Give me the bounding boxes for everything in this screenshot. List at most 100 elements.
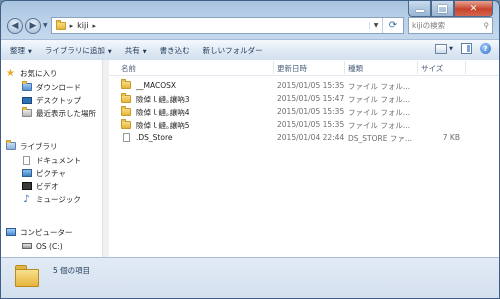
file-modified: 2015/01/05 15:35 <box>277 107 345 116</box>
column-divider[interactable] <box>465 61 466 74</box>
nav-item-label: ドキュメント <box>36 155 81 165</box>
share-label: 共有 <box>124 45 140 55</box>
address-row: ◀ ▶ ▼ ▸ kiji ▸ ▼ ⟳ kijiの検索 ⚲ <box>7 15 493 36</box>
file-row[interactable]: __MACOSX 2015/01/05 15:35 ファイル フォル... <box>109 79 499 92</box>
nav-libraries-label: ライブラリ <box>20 141 58 151</box>
file-modified: 2015/01/05 15:35 <box>277 81 345 90</box>
folder-icon <box>15 265 39 287</box>
file-type: ファイル フォル... <box>348 95 411 104</box>
file-size: 7 KB <box>442 133 460 142</box>
help-icon[interactable]: ? <box>480 43 491 54</box>
nav-computer-label: コンピューター <box>20 227 73 237</box>
search-placeholder: kijiの検索 <box>412 21 446 30</box>
preview-pane-icon[interactable] <box>461 43 472 54</box>
chevron-down-icon: ▼ <box>107 48 112 55</box>
nav-item-label: ダウンロード <box>36 82 81 92</box>
new-folder-button[interactable]: 新しいフォルダー <box>203 45 263 56</box>
file-modified: 2015/01/04 22:44 <box>277 133 345 142</box>
nav-item-label: OS (C:) <box>36 241 63 251</box>
maximize-icon <box>438 4 447 13</box>
nav-item-os-drive[interactable]: OS (C:) <box>21 240 63 252</box>
breadcrumb-item[interactable]: kiji <box>77 21 88 30</box>
chevron-down-icon: ▼ <box>28 48 32 55</box>
file-type: ファイル フォル... <box>348 121 411 130</box>
file-name-cell: 險倬ｌ縺｡讓吶3 <box>121 93 190 105</box>
search-icon: ⚲ <box>483 21 490 30</box>
change-view-icon[interactable] <box>435 43 448 54</box>
explorer-window: ✕ ◀ ▶ ▼ ▸ kiji ▸ ▼ ⟳ kijiの検索 ⚲ 整理 ▼ ライブラリ… <box>0 0 500 299</box>
refresh-icon[interactable]: ⟳ <box>382 18 403 33</box>
nav-item-label: ミュージック <box>36 194 81 204</box>
nav-favorites-label: お気に入り <box>20 68 58 78</box>
view-controls: ▼ ? <box>435 43 491 54</box>
nav-libraries[interactable]: ライブラリ <box>5 140 58 152</box>
recent-pages-dropdown[interactable]: ▼ <box>43 22 48 29</box>
address-bar[interactable]: ▸ kiji ▸ ▼ ⟳ <box>50 17 404 34</box>
search-input[interactable]: kijiの検索 ⚲ <box>408 17 493 34</box>
nav-item-label: ピクチャ <box>36 168 66 178</box>
column-divider[interactable] <box>273 61 274 74</box>
column-header-type[interactable]: 種類 <box>348 63 363 74</box>
nav-item-label: 最近表示した場所 <box>36 108 96 118</box>
breadcrumb-separator-icon[interactable]: ▸ <box>70 22 74 30</box>
forward-button[interactable]: ▶ <box>25 17 41 34</box>
arrow-left-icon: ◀ <box>11 20 19 31</box>
address-dropdown-icon[interactable]: ▼ <box>369 22 382 29</box>
navigation-pane: ★ お気に入り ダウンロード デスクトップ 最近表示した場所 ライブラリ ドキュ… <box>1 60 103 260</box>
desktop-icon <box>21 95 32 105</box>
breadcrumb-separator-icon[interactable]: ▸ <box>92 22 96 30</box>
file-row[interactable]: 險倬ｌ縺｡讓吶3 2015/01/05 15:47 ファイル フォル... <box>109 93 499 105</box>
file-type: ファイル フォル... <box>348 108 411 117</box>
file-row[interactable]: 險倬ｌ縺｡讓吶4 2015/01/05 15:35 ファイル フォル... <box>109 106 499 118</box>
file-modified: 2015/01/05 15:47 <box>277 94 345 103</box>
drive-icon <box>21 241 32 251</box>
folder-icon <box>121 106 132 117</box>
file-name-cell: 險倬ｌ縺｡讓吶4 <box>121 106 190 118</box>
file-type: ファイル フォル... <box>348 82 411 91</box>
nav-item-documents[interactable]: ドキュメント <box>21 154 81 166</box>
nav-item-downloads[interactable]: ダウンロード <box>21 81 81 93</box>
file-row[interactable]: .DS_Store 2015/01/04 22:44 DS_STORE ファ..… <box>109 132 499 144</box>
pictures-icon <box>21 168 32 178</box>
minimize-icon <box>415 9 424 12</box>
back-button[interactable]: ◀ <box>7 17 23 34</box>
file-list: 名前 更新日時 種類 サイズ __MACOSX 2015/01/05 15:35… <box>109 60 499 260</box>
documents-icon <box>21 155 32 165</box>
nav-item-desktop[interactable]: デスクトップ <box>21 94 81 106</box>
nav-item-recent-places[interactable]: 最近表示した場所 <box>21 107 96 119</box>
videos-icon <box>21 181 32 191</box>
details-pane: 5 個の項目 <box>1 257 499 298</box>
file-row[interactable]: 險倬ｌ縺｡讓吶5 2015/01/05 15:35 ファイル フォル... <box>109 119 499 131</box>
file-modified: 2015/01/05 15:35 <box>277 120 345 129</box>
add-to-library-label: ライブラリに追加 <box>44 45 105 55</box>
share-button[interactable]: 共有 ▼ <box>125 45 147 56</box>
file-name-cell: .DS_Store <box>121 133 173 142</box>
chevron-down-icon: ▼ <box>142 48 147 55</box>
item-count: 5 個の項目 <box>53 266 91 275</box>
column-header-row: 名前 更新日時 種類 サイズ <box>109 60 499 76</box>
nav-item-videos[interactable]: ビデオ <box>21 180 59 192</box>
column-header-name[interactable]: 名前 <box>121 63 136 74</box>
add-to-library-button[interactable]: ライブラリに追加 ▼ <box>45 45 112 56</box>
file-name: 險倬ｌ縺｡讓吶3 <box>136 95 190 104</box>
nav-item-pictures[interactable]: ピクチャ <box>21 167 66 179</box>
column-divider[interactable] <box>417 61 418 74</box>
column-header-size[interactable]: サイズ <box>421 63 443 74</box>
close-icon: ✕ <box>469 3 478 14</box>
nav-favorites[interactable]: ★ お気に入り <box>5 67 58 79</box>
chevron-down-icon[interactable]: ▼ <box>449 46 453 52</box>
column-divider[interactable] <box>344 61 345 74</box>
nav-item-music[interactable]: ♪ ミュージック <box>21 193 81 205</box>
burn-button[interactable]: 書き込む <box>160 45 190 56</box>
nav-computer[interactable]: コンピューター <box>5 226 73 238</box>
column-header-modified[interactable]: 更新日時 <box>277 63 307 74</box>
file-type: DS_STORE ファ... <box>348 134 413 143</box>
file-icon <box>121 133 132 142</box>
folder-icon <box>121 119 132 130</box>
nav-item-label: ビデオ <box>36 181 59 191</box>
file-name-cell: __MACOSX <box>121 79 176 90</box>
organize-button[interactable]: 整理 ▼ <box>10 45 32 56</box>
navigation-scrollbar[interactable] <box>102 60 109 260</box>
file-name: .DS_Store <box>136 133 173 142</box>
file-name: 險倬ｌ縺｡讓吶5 <box>136 121 190 130</box>
